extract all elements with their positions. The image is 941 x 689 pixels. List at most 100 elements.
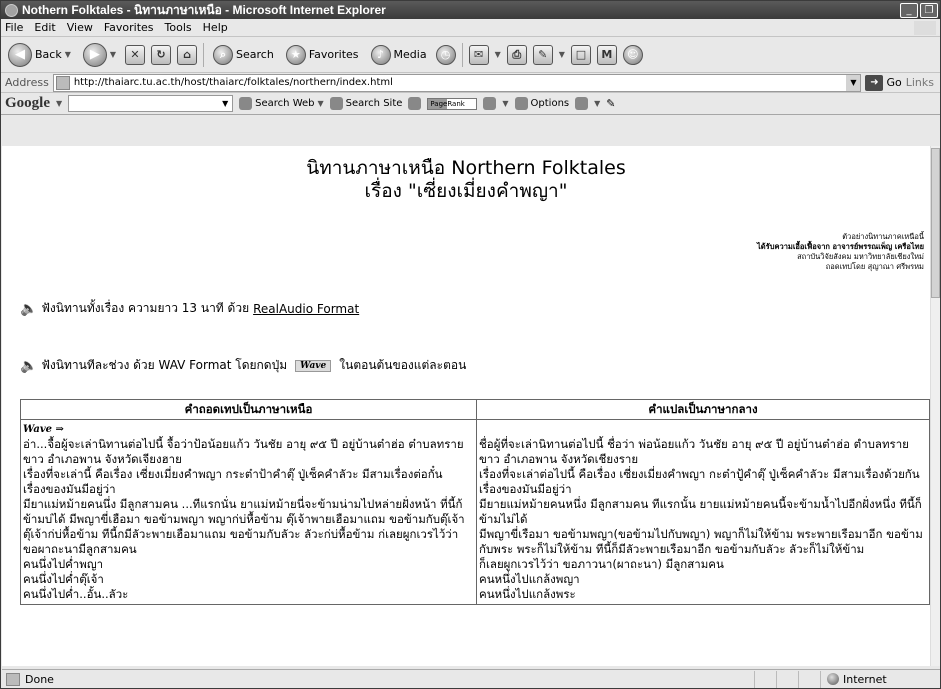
options-icon bbox=[514, 97, 528, 110]
central-line: เรื่องที่จะเล่าต่อไปนี้ คือเรื่อง เซี่ยง… bbox=[479, 467, 920, 481]
google-menu-dropdown-icon[interactable]: ▼ bbox=[56, 99, 62, 108]
history-icon[interactable]: ◷ bbox=[435, 44, 456, 65]
transcript-table: คำถอดเทปเป็นภาษาเหนือ คำแปลเป็นภาษากลาง … bbox=[20, 399, 930, 605]
speaker-icon: 🔈 bbox=[20, 357, 38, 374]
header-northern: คำถอดเทปเป็นภาษาเหนือ bbox=[20, 399, 477, 420]
messenger-icon[interactable]: M bbox=[596, 44, 617, 65]
page-title-line2: เรื่อง "เซี่ยงเมี่ยงคำพญา" bbox=[364, 180, 568, 202]
toolbar-separator bbox=[203, 42, 205, 67]
binoculars-icon bbox=[239, 97, 253, 110]
edit-dropdown-icon[interactable]: ▼ bbox=[559, 50, 565, 59]
google-search-dropdown-icon[interactable]: ▼ bbox=[218, 96, 232, 111]
media-button[interactable]: ♪ Media bbox=[368, 41, 430, 69]
search-web-button[interactable]: Search Web ▼ bbox=[239, 97, 324, 110]
page-done-icon bbox=[6, 672, 20, 686]
popup-dropdown-icon[interactable]: ▼ bbox=[594, 99, 600, 108]
search-site-button[interactable]: Search Site bbox=[329, 97, 403, 110]
search-site-label: Search Site bbox=[345, 98, 403, 109]
minimize-button[interactable]: _ bbox=[900, 2, 918, 18]
print-icon[interactable]: ⎙ bbox=[506, 44, 527, 65]
home-icon[interactable]: ⌂ bbox=[177, 44, 198, 65]
search-button[interactable]: ⌕ Search bbox=[210, 41, 277, 69]
options-label: Options bbox=[530, 98, 570, 109]
central-line: คนหนึ่งไปแกล้งพญา bbox=[479, 572, 580, 586]
options-button[interactable]: Options bbox=[514, 97, 570, 110]
status-text: Done bbox=[25, 672, 54, 686]
forward-button[interactable]: ▶ ▼ bbox=[80, 41, 119, 69]
part-audio-text: ฟังนิทานทีละช่วง ด้วย WAV Format โดยกดปุ… bbox=[41, 358, 288, 372]
star-icon: ★ bbox=[285, 44, 306, 65]
refresh-icon[interactable]: ↻ bbox=[151, 44, 172, 65]
wave-play-button[interactable]: Wave ⇒ bbox=[23, 422, 474, 437]
address-bar: Address http://thaiarc.tu.ac.th/host/tha… bbox=[1, 73, 940, 93]
status-bar: Done Internet bbox=[2, 669, 940, 688]
central-line: คนหนึ่งไปแกล้งพระ bbox=[479, 587, 576, 601]
google-search-input[interactable]: ▼ bbox=[68, 95, 234, 112]
northern-line: คนนึ่งไปค่ำพญา bbox=[23, 557, 104, 571]
highlighter-icon[interactable]: ✎ bbox=[606, 97, 615, 110]
central-line: ก็เลยผูกเวรไว้ว่า ขอภาวนา(ผาถะนา) มีลูกส… bbox=[479, 557, 724, 571]
globe-icon bbox=[827, 673, 839, 685]
favorites-label: Favorites bbox=[308, 48, 359, 61]
northern-line: เรื่องที่จะเล่านี้ คือเรื่อง เซี่ยงเมี่ย… bbox=[23, 467, 443, 481]
northern-line: คนนึ่งไปค่ำตุ๊เจ้า bbox=[23, 572, 104, 586]
popup-blocker-icon[interactable] bbox=[575, 97, 589, 110]
central-line: เรื่องของมันมีอยู่ว่า bbox=[479, 482, 572, 496]
back-button[interactable]: ◀ Back ▼ bbox=[5, 41, 74, 69]
status-pane bbox=[798, 670, 820, 688]
go-arrow-icon: ➜ bbox=[865, 74, 884, 91]
vertical-scrollbar[interactable] bbox=[930, 146, 940, 666]
favorites-button[interactable]: ★ Favorites bbox=[283, 41, 362, 69]
menu-edit[interactable]: Edit bbox=[34, 21, 55, 34]
northern-line: เรื่องของมันมีอยู่ว่า bbox=[23, 482, 116, 496]
page-content: นิทานภาษาเหนือ Northern Folktales เรื่อง… bbox=[2, 146, 930, 666]
ie-logo-icon bbox=[5, 3, 18, 17]
mail-dropdown-icon[interactable]: ▼ bbox=[495, 50, 501, 59]
mail-icon[interactable]: ✉ bbox=[468, 44, 489, 65]
links-button[interactable]: Links bbox=[906, 76, 940, 89]
info-dropdown-icon[interactable]: ▼ bbox=[502, 99, 508, 108]
window-title: Nothern Folktales - นิทานภาษาเหนือ - Mic… bbox=[22, 2, 386, 17]
address-dropdown-icon[interactable]: ▼ bbox=[846, 74, 861, 91]
menu-file[interactable]: File bbox=[5, 21, 23, 34]
full-audio-text: ฟังนิทานทั้งเรื่อง ความยาว 13 นาที ด้วย bbox=[41, 301, 250, 315]
menu-view[interactable]: View bbox=[67, 21, 93, 34]
windows-flag-icon bbox=[914, 20, 936, 35]
browser-window: Nothern Folktales - นิทานภาษาเหนือ - Mic… bbox=[0, 0, 941, 689]
zone-label: Internet bbox=[843, 672, 887, 686]
back-dropdown-icon[interactable]: ▼ bbox=[65, 50, 71, 59]
stop-icon[interactable]: ✕ bbox=[125, 44, 146, 65]
standard-toolbar: ◀ Back ▼ ▶ ▼ ✕ ↻ ⌂ ⌕ Search ★ Favorites … bbox=[1, 37, 940, 73]
credit-line: ตัวอย่างนิทานภาคเหนือนี้ bbox=[842, 232, 924, 241]
go-button[interactable]: ➜ Go bbox=[865, 74, 902, 91]
google-logo[interactable]: Google bbox=[5, 95, 50, 112]
menu-help[interactable]: Help bbox=[203, 21, 228, 34]
credit-line: ถอดเทปโดย สุญาณา ศรีพรหม bbox=[825, 262, 924, 271]
menu-favorites[interactable]: Favorites bbox=[104, 21, 154, 34]
part-audio-suffix: ในตอนต้นของแต่ละตอน bbox=[339, 358, 467, 372]
address-input[interactable]: http://thaiarc.tu.ac.th/host/thaiarc/fol… bbox=[52, 73, 862, 92]
wave-button-sample: Wave bbox=[295, 359, 332, 372]
page-title: นิทานภาษาเหนือ Northern Folktales เรื่อง… bbox=[2, 157, 930, 203]
back-label: Back bbox=[35, 48, 62, 61]
forward-dropdown-icon[interactable]: ▼ bbox=[110, 50, 116, 59]
google-toolbar: Google ▼ ▼ Search Web ▼ Search Site Page… bbox=[1, 93, 940, 115]
maximize-button[interactable]: ❐ bbox=[920, 2, 938, 18]
title-bar[interactable]: Nothern Folktales - นิทานภาษาเหนือ - Mic… bbox=[1, 1, 940, 19]
page-title-line1: นิทานภาษาเหนือ Northern Folktales bbox=[306, 157, 626, 179]
info-icon[interactable] bbox=[483, 97, 497, 110]
pagerank-bar: PageRank bbox=[427, 97, 478, 110]
people-icon[interactable]: ☺ bbox=[622, 44, 643, 65]
edit-icon[interactable]: ✎ bbox=[532, 44, 553, 65]
media-icon: ♪ bbox=[370, 44, 391, 65]
northern-line: มียาแม่หม้ายคนนึ่ง มีลูกสามคน ...ทีแรกนั… bbox=[23, 497, 465, 556]
northern-cell: Wave ⇒ อ่า...จื้อผู้จะเล่านิทานต่อไปนี้ … bbox=[20, 419, 477, 605]
media-label: Media bbox=[393, 48, 427, 61]
central-cell: ชื่อผู้ที่จะเล่านิทานต่อไปนี้ ชื่อว่า พ่… bbox=[476, 419, 930, 605]
menu-tools[interactable]: Tools bbox=[165, 21, 192, 34]
news-icon[interactable] bbox=[408, 97, 422, 110]
scrollbar-thumb[interactable] bbox=[931, 148, 940, 298]
discuss-icon[interactable]: □ bbox=[570, 44, 591, 65]
search-web-dropdown-icon[interactable]: ▼ bbox=[318, 99, 324, 108]
realaudio-link[interactable]: RealAudio Format bbox=[253, 302, 359, 316]
